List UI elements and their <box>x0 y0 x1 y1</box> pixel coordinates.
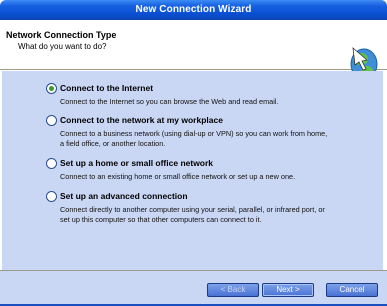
option-description: Connect to the Internet so you can brows… <box>60 97 279 106</box>
option-label: Set up a home or small office network <box>60 158 214 168</box>
window-title: New Connection Wizard <box>135 4 252 15</box>
option-description: a field office, or another location. <box>60 139 166 148</box>
option-description: Connect to a business network (using dia… <box>60 129 328 138</box>
radio-home-network[interactable] <box>46 158 57 169</box>
cancel-button[interactable]: Cancel <box>326 283 378 297</box>
page-title: Network Connection Type <box>6 30 117 40</box>
option-label: Connect to the Internet <box>60 83 154 93</box>
radio-advanced-connection[interactable] <box>46 191 57 202</box>
wizard-header: Network Connection Type What do you want… <box>0 20 387 80</box>
option-description: set up this computer so that other compu… <box>60 215 262 224</box>
options-panel: Connect to the Internet Connect to the I… <box>2 71 383 270</box>
option-description: Connect to an existing home or small off… <box>60 172 296 181</box>
option-description: Connect directly to another computer usi… <box>60 205 325 214</box>
back-button[interactable]: < Back <box>207 283 259 297</box>
wizard-window: New Connection Wizard Network Connection… <box>0 0 387 306</box>
page-subtitle: What do you want to do? <box>18 42 107 51</box>
wizard-footer: < Back Next > Cancel <box>0 271 387 306</box>
title-bar[interactable]: New Connection Wizard <box>0 0 387 20</box>
option-label: Connect to the network at my workplace <box>60 115 223 125</box>
option-label: Set up an advanced connection <box>60 191 188 201</box>
next-button[interactable]: Next > <box>262 283 314 297</box>
radio-connect-internet[interactable] <box>46 83 57 94</box>
radio-connect-workplace[interactable] <box>46 115 57 126</box>
